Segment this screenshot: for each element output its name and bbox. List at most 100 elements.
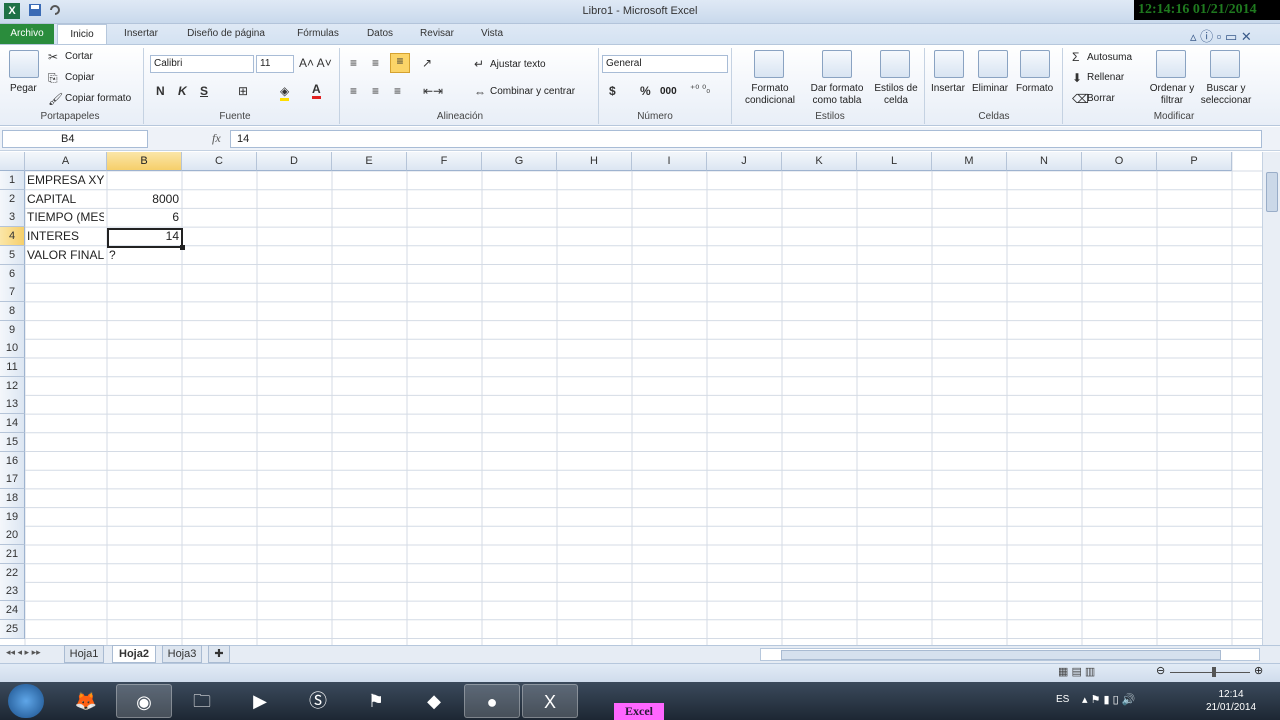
align-middle-icon[interactable]: ≡ [372,56,379,70]
tab-formulas[interactable]: Fórmulas [290,24,346,44]
column-header-l[interactable]: L [857,152,932,171]
fill-handle[interactable] [180,245,185,250]
row-header-13[interactable]: 13 [0,395,25,415]
format-cells-icon[interactable] [1020,50,1050,78]
decimal-icon[interactable]: ⁺⁰ ⁰₀ [690,84,710,95]
zoom-out-icon[interactable]: ⊖ [1156,664,1165,677]
row-header-6[interactable]: 6 [0,264,25,284]
ribbon-controls-icons[interactable]: ▵ ⓘ ▫ ▭ ✕ [1190,26,1252,45]
start-button-icon[interactable] [8,684,44,718]
row-header-2[interactable]: 2 [0,189,25,209]
language-indicator[interactable]: ES [1056,694,1069,705]
underline-button[interactable]: S [200,84,208,98]
font-size-select[interactable]: 11 [256,55,294,73]
row-header-15[interactable]: 15 [0,432,25,452]
cell-a2[interactable]: CAPITAL [27,190,104,209]
row-header-20[interactable]: 20 [0,526,25,546]
row-header-10[interactable]: 10 [0,339,25,359]
cell-b5[interactable]: ? [109,246,179,265]
cut-button[interactable]: Cortar [65,51,93,62]
row-header-5[interactable]: 5 [0,245,25,265]
copy-icon[interactable]: ⎘ [48,71,58,86]
tab-inicio[interactable]: Inicio [57,24,107,45]
column-header-h[interactable]: H [557,152,632,171]
scroll-thumb[interactable] [1266,172,1278,212]
paste-icon[interactable] [9,50,39,78]
cut-icon[interactable]: ✂ [48,50,58,64]
firefox-icon[interactable]: 🦊 [58,684,114,718]
align-left-icon[interactable]: ≡ [350,84,357,98]
wrap-text-button[interactable]: Ajustar texto [490,59,546,70]
select-all-corner[interactable] [0,152,25,171]
font-name-select[interactable]: Calibri [150,55,254,73]
copy-button[interactable]: Copiar [65,72,94,83]
cell-styles-icon[interactable] [880,50,910,78]
sort-filter-button[interactable]: Ordenar y filtrar [1148,83,1196,107]
tab-revisar[interactable]: Revisar [412,24,462,44]
borders-icon[interactable]: ⊞ [238,84,248,98]
tab-vista[interactable]: Vista [472,24,512,44]
insert-cells-icon[interactable] [934,50,964,78]
row-header-4[interactable]: 4 [0,227,25,247]
row-header-19[interactable]: 19 [0,507,25,527]
column-header-a[interactable]: A [25,152,107,171]
align-bottom-icon[interactable]: ≡ [390,53,410,73]
number-format-select[interactable]: General [602,55,728,73]
column-header-b[interactable]: B [107,152,182,171]
orientation-icon[interactable]: ↗ [422,56,432,70]
vertical-scrollbar[interactable] [1262,152,1280,645]
align-center-icon[interactable]: ≡ [372,84,379,98]
align-right-icon[interactable]: ≡ [394,84,401,98]
wrap-text-icon[interactable]: ↵ [474,57,484,71]
app-icon[interactable]: ◆ [406,684,462,718]
recorder-icon[interactable]: ● [464,684,520,718]
find-select-button[interactable]: Buscar y seleccionar [1196,83,1256,107]
cell-b2[interactable]: 8000 [109,190,179,209]
row-header-18[interactable]: 18 [0,488,25,508]
row-header-9[interactable]: 9 [0,320,25,340]
paste-button[interactable]: Pegar [10,83,37,94]
indent-icon[interactable]: ⇤⇥ [423,84,443,98]
find-select-icon[interactable] [1210,50,1240,78]
delete-cells-icon[interactable] [978,50,1008,78]
merge-center-button[interactable]: Combinar y centrar [490,86,575,97]
name-box[interactable]: B4 [2,130,148,148]
acrobat-icon[interactable]: ⚑ [348,684,404,718]
format-painter-icon[interactable]: 🖌 [48,92,63,106]
row-header-7[interactable]: 7 [0,283,25,303]
fill-icon[interactable]: ⬇ [1072,71,1082,85]
align-top-icon[interactable]: ≡ [350,56,357,70]
fill-color-icon[interactable]: ◈ [280,84,290,101]
horizontal-scrollbar[interactable] [760,648,1260,661]
skype-icon[interactable]: Ⓢ [290,684,346,718]
row-header-24[interactable]: 24 [0,601,25,621]
column-header-f[interactable]: F [407,152,482,171]
cell-b3[interactable]: 6 [109,208,179,227]
format-table-button[interactable]: Dar formato como tabla [806,83,868,107]
column-header-d[interactable]: D [257,152,332,171]
insert-function-button[interactable]: fx [212,131,221,146]
percent-button[interactable]: % [640,84,651,98]
column-header-i[interactable]: I [632,152,707,171]
column-header-n[interactable]: N [1007,152,1082,171]
sheet-tab-hoja3[interactable]: Hoja3 [162,645,202,663]
conditional-format-icon[interactable] [754,50,784,78]
column-header-o[interactable]: O [1082,152,1157,171]
row-header-23[interactable]: 23 [0,582,25,602]
cell-styles-button[interactable]: Estilos de celda [870,83,922,107]
sheet-nav-icons[interactable]: ◂◂ ◂ ▸ ▸▸ [6,647,41,658]
autosum-button[interactable]: Autosuma [1087,52,1132,63]
zoom-in-icon[interactable]: ⊕ [1254,664,1263,677]
row-header-1[interactable]: 1 [0,171,25,190]
view-mode-icons[interactable]: ▦ ▤ ▥ [1058,665,1095,678]
tab-datos[interactable]: Datos [358,24,402,44]
row-header-22[interactable]: 22 [0,563,25,583]
row-header-8[interactable]: 8 [0,301,25,321]
currency-button[interactable]: $ [609,84,616,98]
fill-button[interactable]: Rellenar [1087,72,1124,83]
grow-font-icon[interactable]: A˄ A˅ [299,56,332,70]
format-painter-button[interactable]: Copiar formato [65,93,131,104]
cell-a1[interactable]: EMPRESA XY [27,171,104,190]
sigma-icon[interactable]: Σ [1072,50,1079,64]
row-header-17[interactable]: 17 [0,470,25,490]
